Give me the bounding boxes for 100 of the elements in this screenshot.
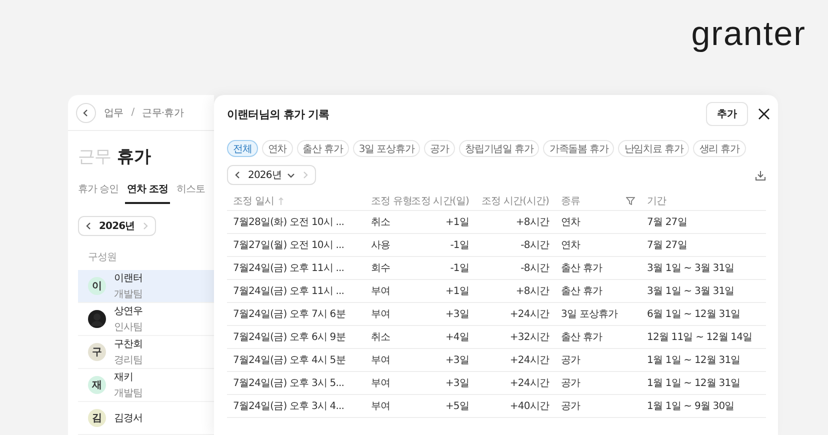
member-item[interactable]: 김 김경서 <box>78 402 214 435</box>
table-cell: 공가 <box>555 395 641 418</box>
back-button[interactable] <box>76 102 96 122</box>
column-header[interactable]: 조정 시간(일) <box>411 194 469 208</box>
table-cell: -8시간 <box>475 257 555 280</box>
filter-chip[interactable]: 난임치료 휴가 <box>618 140 690 157</box>
tab[interactable]: 연차 조정 <box>125 182 170 204</box>
breadcrumb-item[interactable]: 업무 <box>104 106 124 120</box>
chevron-left-icon <box>85 222 93 230</box>
member-name: 재키 <box>114 371 134 384</box>
table-cell: 취소 <box>365 211 417 234</box>
chevron-right-icon <box>301 171 310 179</box>
members-label: 구성원 <box>87 251 118 265</box>
table-cell: +8시간 <box>475 280 555 303</box>
table-cell: 3월 1일 ~ 3월 31일 <box>641 280 766 303</box>
table-cell: -1일 <box>417 234 475 257</box>
table-cell: 부여 <box>365 395 417 418</box>
table-cell: +3일 <box>417 372 475 395</box>
filter-chip[interactable]: 공가 <box>424 140 455 157</box>
member-item[interactable]: 이 이랜터 개발팀 <box>78 270 214 303</box>
table-cell: 7월24일(금) 오후 6시 9분 <box>227 326 365 349</box>
filter-chip[interactable]: 출산 휴가 <box>296 140 349 157</box>
close-button[interactable] <box>756 106 772 122</box>
avatar: 김 <box>88 409 106 427</box>
filter-icon[interactable] <box>626 196 635 204</box>
table-cell: 7월24일(금) 오후 11시 ... <box>227 280 365 303</box>
filter-chip[interactable]: 생리 휴가 <box>693 140 746 157</box>
page-title: 휴가 <box>117 146 150 168</box>
member-name: 구찬회 <box>114 338 143 351</box>
table-cell: +8시간 <box>475 211 555 234</box>
table-cell: 부여 <box>365 303 417 326</box>
table-cell: 7월24일(금) 오후 3시 4... <box>227 395 365 418</box>
table-cell: 출산 휴가 <box>555 326 641 349</box>
table-cell: 1월 1일 ~ 12월 31일 <box>641 372 766 395</box>
table-cell: 7월28일(화) 오전 10시 ... <box>227 211 365 234</box>
table-cell: 1월 1일 ~ 9월 30일 <box>641 395 766 418</box>
table-cell: 7월 27일 <box>641 234 766 257</box>
table-cell: 3월 1일 ~ 3월 31일 <box>641 257 766 280</box>
table-cell: 출산 휴가 <box>555 280 641 303</box>
table-cell: 7월27일(월) 오전 10시 ... <box>227 234 365 257</box>
add-button[interactable]: 추가 <box>706 102 748 126</box>
table-cell: +3일 <box>417 303 475 326</box>
chevron-left-icon <box>234 171 242 179</box>
tab[interactable]: 히스토 <box>174 182 207 204</box>
table-cell: 부여 <box>365 349 417 372</box>
avatar: 이 <box>88 277 106 295</box>
table-cell: +1일 <box>417 280 475 303</box>
table-cell: +24시간 <box>475 372 555 395</box>
column-header[interactable]: 기간 <box>647 194 666 208</box>
table-cell: 부여 <box>365 372 417 395</box>
table-cell: 6월 1일 ~ 12월 31일 <box>641 303 766 326</box>
filter-chip[interactable]: 가족돌봄 휴가 <box>543 140 614 157</box>
member-name: 이랜터 <box>114 272 143 285</box>
table-cell: 1월 1일 ~ 12월 31일 <box>641 349 766 372</box>
table-cell: +40시간 <box>475 395 555 418</box>
column-header[interactable]: 조정 시간(시간) <box>482 194 549 208</box>
table-cell: +32시간 <box>475 326 555 349</box>
logo: granter <box>691 14 806 54</box>
member-name: 김경서 <box>114 412 143 425</box>
member-team: 경리팀 <box>114 354 143 367</box>
table-cell: 출산 휴가 <box>555 257 641 280</box>
column-header[interactable]: 종류 <box>561 194 580 208</box>
member-item[interactable]: 구 구찬회 경리팀 <box>78 336 214 369</box>
table-cell: 취소 <box>365 326 417 349</box>
year-selector[interactable]: 2026년 <box>78 216 156 236</box>
table-cell: +5일 <box>417 395 475 418</box>
filter-chip[interactable]: 3일 포상휴가 <box>352 140 420 157</box>
column-header[interactable]: 조정 유형 <box>371 194 412 208</box>
avatar: 구 <box>88 343 106 361</box>
table-cell: 회수 <box>365 257 417 280</box>
member-team: 인사팀 <box>114 321 143 334</box>
table-cell: 7월24일(금) 오후 3시 5... <box>227 372 365 395</box>
member-item[interactable]: 재 재키 개발팀 <box>78 369 214 402</box>
table-cell: 부여 <box>365 280 417 303</box>
table-cell: +3일 <box>417 349 475 372</box>
table-cell: 7월 27일 <box>641 211 766 234</box>
table-cell: +1일 <box>417 211 475 234</box>
member-team: 개발팀 <box>114 387 143 400</box>
filter-chip[interactable]: 연차 <box>262 140 293 157</box>
breadcrumb-item[interactable]: 근무·휴가 <box>142 106 184 120</box>
table-cell: 공가 <box>555 349 641 372</box>
filter-chip[interactable]: 전체 <box>227 140 258 157</box>
member-item[interactable]: 상연우 인사팀 <box>78 303 214 336</box>
member-team: 개발팀 <box>114 288 143 301</box>
dialog-title: 이랜터님의 휴가 기록 <box>227 106 330 122</box>
table-cell: +4일 <box>417 326 475 349</box>
year-selector[interactable]: 2026년 <box>227 165 316 185</box>
table-cell: 공가 <box>555 372 641 395</box>
filter-chip[interactable]: 창립기념일 휴가 <box>458 140 540 157</box>
table-cell: 연차 <box>555 211 641 234</box>
column-header[interactable]: 조정 일시 <box>233 194 274 208</box>
breadcrumb-separator: / <box>131 107 134 118</box>
chevron-left-icon <box>82 108 90 116</box>
table-cell: -1일 <box>417 257 475 280</box>
table-cell: +24시간 <box>475 303 555 326</box>
member-name: 상연우 <box>114 305 143 318</box>
table-cell: -8시간 <box>475 234 555 257</box>
table-cell: 7월24일(금) 오후 4시 5분 <box>227 349 365 372</box>
chevron-down-icon <box>287 171 296 179</box>
tab[interactable]: 휴가 승인 <box>76 182 120 204</box>
